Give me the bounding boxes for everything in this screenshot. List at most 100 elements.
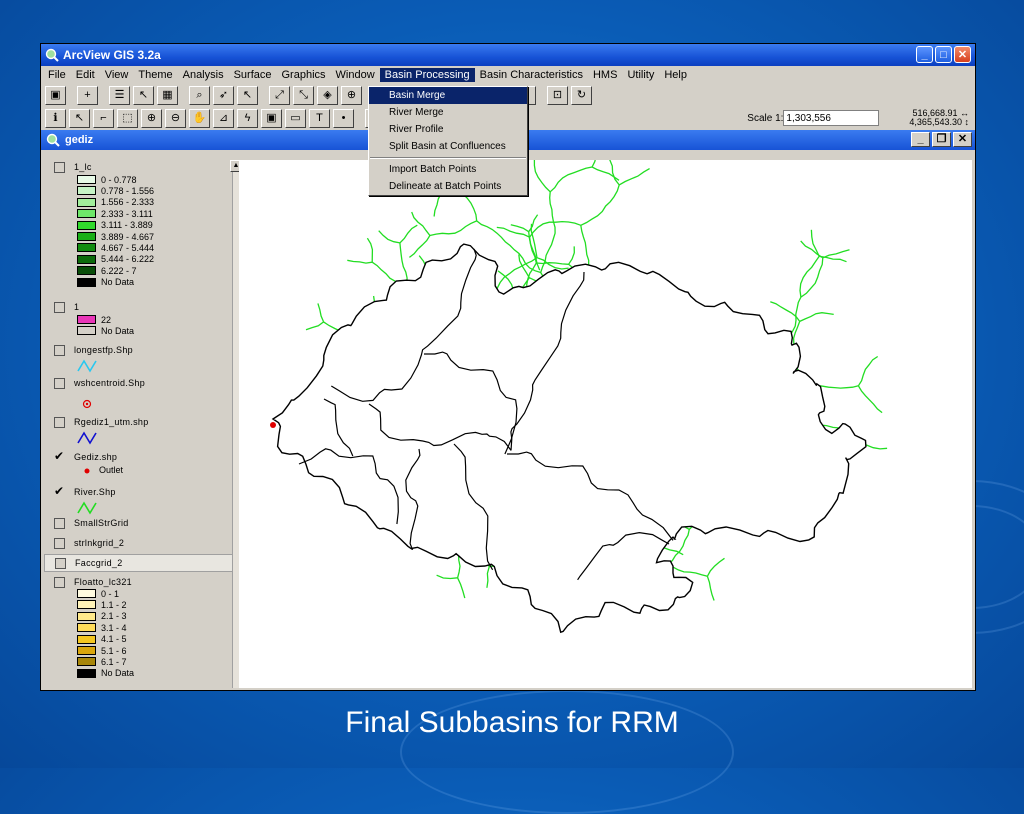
theme-properties-icon[interactable]: ☰ — [109, 86, 130, 105]
view-restore-button[interactable]: ❐ — [932, 132, 951, 147]
theme-visibility-checkbox[interactable] — [54, 538, 65, 549]
river-segment — [486, 566, 490, 588]
river-segment — [510, 224, 530, 233]
legend-label: 22 — [101, 314, 112, 325]
river-segment — [378, 230, 401, 244]
table-of-contents[interactable]: 1_lc 0 - 0.778 0.778 - 1.556 1.556 - 2.333 2… — [44, 160, 232, 688]
area-of-interest-icon[interactable]: ▣ — [261, 109, 282, 128]
menu-bar: File Edit View Theme Analysis Surface Gr… — [41, 66, 975, 84]
zoom-in-icon[interactable]: ⊕ — [141, 109, 162, 128]
text-tool-icon[interactable]: T — [309, 109, 330, 128]
river-segment — [568, 246, 575, 265]
legend-swatch — [77, 657, 96, 667]
legend-row: 0 - 1 — [77, 588, 119, 599]
line-symbol-icon — [77, 359, 97, 373]
zoom-active-themes-icon[interactable]: ⤡ — [293, 86, 314, 105]
menu-item-split-basin[interactable]: Split Basin at Confluences — [369, 138, 527, 155]
edit-legend-icon[interactable]: ↖ — [133, 86, 154, 105]
theme-visibility-checkbox[interactable] — [54, 378, 65, 389]
menu-item-import-batch-points[interactable]: Import Batch Points — [369, 161, 527, 178]
minimize-button[interactable]: _ — [916, 46, 933, 63]
pan-icon[interactable]: ✋ — [189, 109, 210, 128]
menu-window[interactable]: Window — [331, 68, 380, 82]
zoom-in-fixed-icon[interactable]: ⊕ — [341, 86, 362, 105]
hot-link-icon[interactable]: ϟ — [237, 109, 258, 128]
vertex-edit-icon[interactable]: ⌐ — [93, 109, 114, 128]
river-segment — [409, 235, 431, 258]
legend-row: 0.778 - 1.556 — [77, 185, 154, 196]
legend-row: 1.1 - 2 — [77, 599, 127, 610]
theme-visibility-checkbox[interactable] — [55, 558, 66, 569]
zoom-full-extent-icon[interactable]: ⤢ — [269, 86, 290, 105]
river-segment — [457, 577, 466, 599]
river-segment — [536, 262, 569, 265]
close-button[interactable]: ✕ — [954, 46, 971, 63]
menu-basin-characteristics[interactable]: Basin Characteristics — [475, 68, 588, 82]
menu-basin-processing[interactable]: Basin Processing — [379, 68, 475, 82]
view-close-button[interactable]: ✕ — [953, 132, 972, 147]
legend-swatch — [77, 175, 96, 184]
maximize-button[interactable]: □ — [935, 46, 952, 63]
save-icon[interactable]: ▣ — [45, 86, 66, 105]
pointer-icon[interactable]: ↖ — [69, 109, 90, 128]
legend-row: 3.111 - 3.889 — [77, 220, 153, 231]
open-table-icon[interactable]: ▦ — [157, 86, 178, 105]
theme-visibility-checkbox[interactable] — [54, 518, 65, 529]
legend-label: 3.1 - 4 — [101, 622, 127, 633]
zoom-selected-icon[interactable]: ◈ — [317, 86, 338, 105]
slide-caption: Final Subbasins for RRM — [345, 706, 679, 739]
map-canvas[interactable] — [239, 120, 972, 688]
zoom-out-icon[interactable]: ⊖ — [165, 109, 186, 128]
legend-swatch — [77, 232, 96, 241]
menu-edit[interactable]: Edit — [71, 68, 100, 82]
theme-visibility-checkbox[interactable] — [54, 417, 65, 428]
select-none-icon[interactable]: ⊡ — [547, 86, 568, 105]
find-icon[interactable]: ⌕ — [189, 86, 210, 105]
label-icon[interactable]: ▭ — [285, 109, 306, 128]
river-segment — [497, 270, 515, 291]
river-segment — [317, 303, 325, 323]
legend-label: 3.111 - 3.889 — [101, 220, 153, 231]
select-feature-icon[interactable]: ⬚ — [117, 109, 138, 128]
menu-item-delineate-batch-points[interactable]: Delineate at Batch Points — [369, 178, 527, 195]
menu-view[interactable]: View — [100, 68, 134, 82]
theme-visibility-checkbox[interactable] — [54, 302, 65, 313]
view-minimize-button[interactable]: _ — [911, 132, 930, 147]
menu-hms[interactable]: HMS — [588, 68, 622, 82]
legend-label: No Data — [101, 277, 135, 288]
measure-icon[interactable]: ⊿ — [213, 109, 234, 128]
menu-theme[interactable]: Theme — [133, 68, 177, 82]
legend-swatch — [77, 266, 96, 276]
theme-visibility-checkbox[interactable]: ✔ — [54, 450, 64, 462]
locate-address-icon[interactable]: ➶ — [213, 86, 234, 105]
theme-visibility-checkbox[interactable] — [54, 345, 65, 356]
legend-label: 1.556 - 2.333 — [101, 197, 155, 208]
river-segment — [436, 574, 458, 580]
river-segment — [366, 237, 374, 263]
menu-graphics[interactable]: Graphics — [277, 68, 331, 82]
scale-label: Scale 1: — [747, 112, 784, 124]
menu-item-basin-merge[interactable]: Basin Merge — [369, 87, 527, 104]
add-theme-icon[interactable]: + — [77, 86, 98, 105]
menu-help[interactable]: Help — [659, 68, 692, 82]
legend-swatch — [77, 254, 96, 264]
query-builder-icon[interactable]: ↖ — [237, 86, 258, 105]
menu-analysis[interactable]: Analysis — [178, 68, 229, 82]
theme-visibility-checkbox[interactable]: ✔ — [54, 485, 64, 497]
legend-row: 2.1 - 3 — [77, 611, 127, 622]
theme-name: Rgediz1_utm.shp — [74, 417, 149, 427]
menu-item-river-profile[interactable]: River Profile — [369, 121, 527, 138]
scale-input[interactable] — [783, 110, 880, 126]
menu-item-river-merge[interactable]: River Merge — [369, 104, 527, 121]
draw-point-icon[interactable]: • — [333, 109, 354, 128]
theme-visibility-checkbox[interactable] — [54, 162, 65, 173]
toc-theme[interactable]: Faccgrid_2 — [44, 554, 232, 572]
menu-utility[interactable]: Utility — [622, 68, 659, 82]
theme-visibility-checkbox[interactable] — [54, 577, 65, 588]
identify-icon[interactable]: ℹ — [45, 109, 66, 128]
menu-file[interactable]: File — [43, 68, 71, 82]
menu-surface[interactable]: Surface — [229, 68, 277, 82]
legend-row: 0 - 0.778 — [77, 174, 137, 185]
refresh-icon[interactable]: ↻ — [571, 86, 592, 105]
line-symbol-icon — [77, 431, 97, 445]
